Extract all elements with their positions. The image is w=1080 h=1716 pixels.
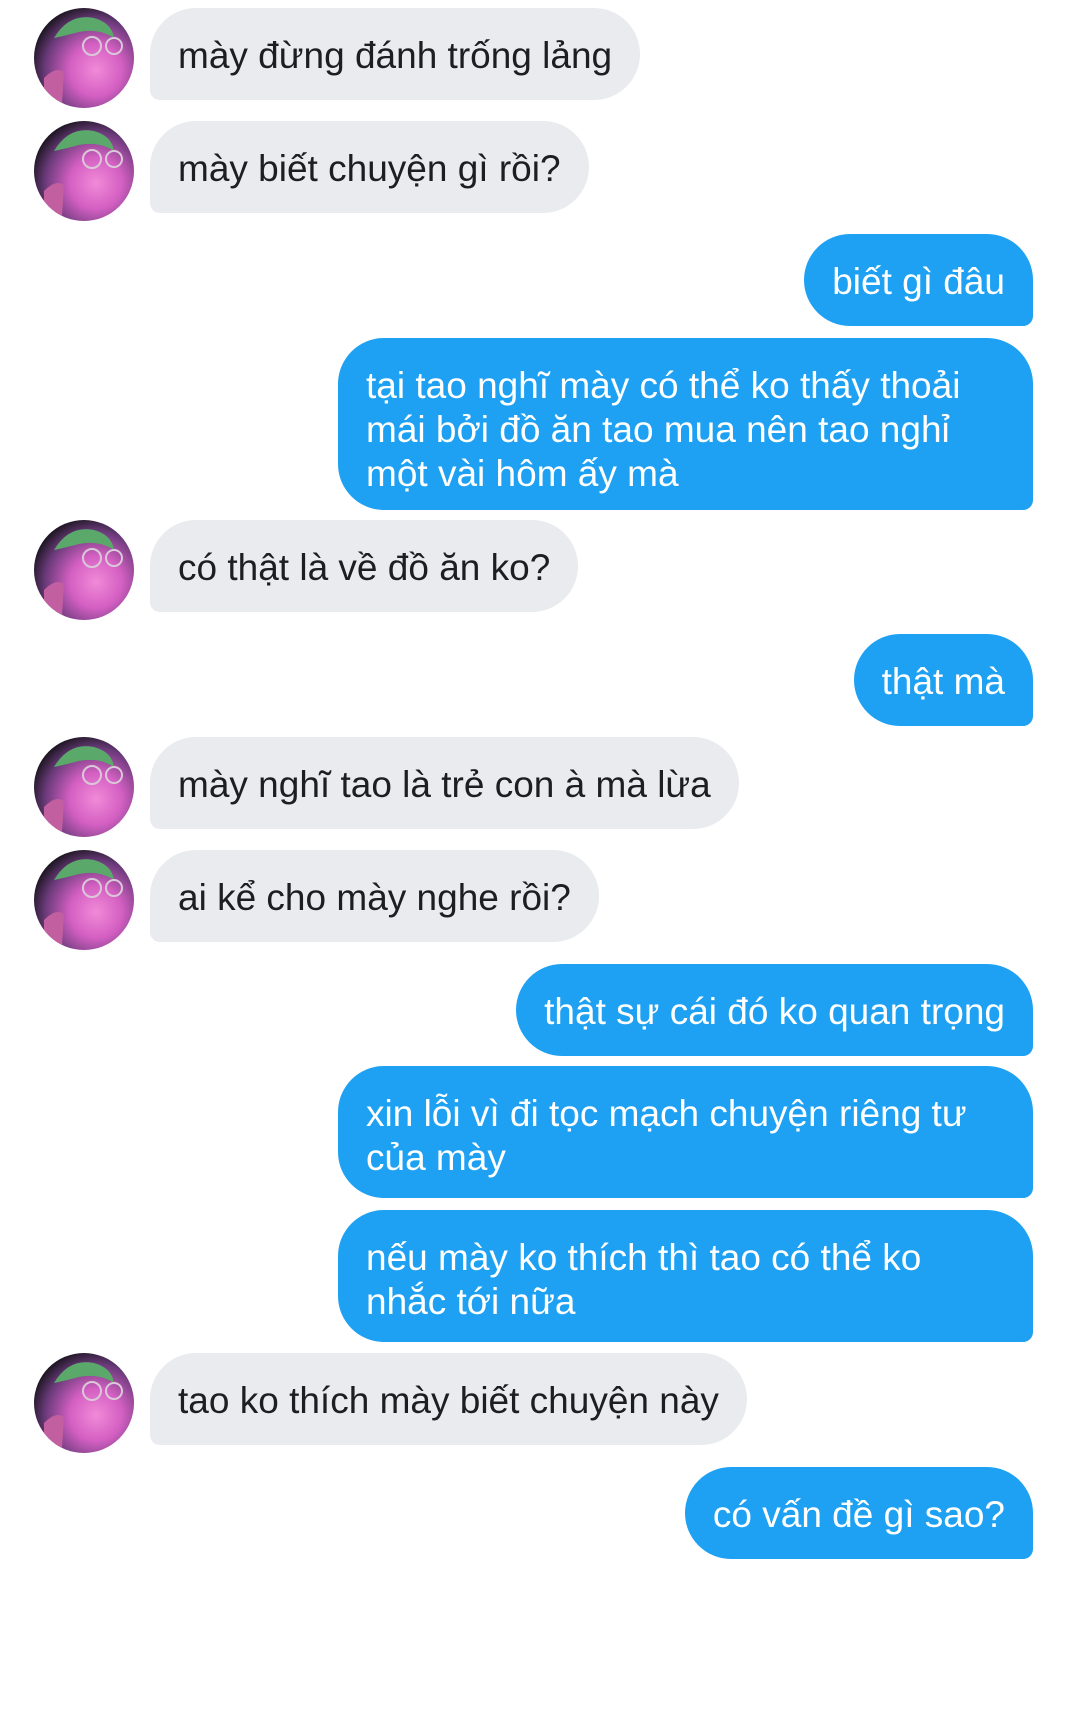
message-text: tao ko thích mày biết chuyện này (178, 1380, 719, 1421)
outgoing-message-bubble[interactable]: nếu mày ko thích thì tao có thể ko nhắc … (338, 1210, 1033, 1342)
contact-avatar[interactable] (34, 520, 134, 620)
message-text: mày đừng đánh trống lảng (178, 35, 613, 76)
message-text: nếu mày ko thích thì tao có thể ko nhắc … (366, 1237, 922, 1322)
incoming-message-bubble[interactable]: mày biết chuyện gì rồi? (150, 121, 589, 213)
avatar-photo-icon (44, 746, 123, 832)
outgoing-message-bubble[interactable]: biết gì đâu (804, 234, 1033, 326)
message-text: mày biết chuyện gì rồi? (178, 148, 561, 189)
message-text: tại tao nghĩ mày có thể ko thấy thoải má… (366, 365, 961, 494)
message-text: thật mà (881, 661, 1005, 702)
avatar-photo-icon (44, 17, 123, 103)
outgoing-message-bubble[interactable]: xin lỗi vì đi tọc mạch chuyện riêng tư c… (338, 1066, 1033, 1198)
message-text: thật sự cái đó ko quan trọng (544, 991, 1005, 1032)
message-text: ai kể cho mày nghe rồi? (178, 877, 571, 918)
avatar-photo-icon (44, 859, 123, 945)
contact-avatar[interactable] (34, 8, 134, 108)
outgoing-message-bubble[interactable]: thật sự cái đó ko quan trọng (516, 964, 1033, 1056)
incoming-message-bubble[interactable]: tao ko thích mày biết chuyện này (150, 1353, 747, 1445)
incoming-message-bubble[interactable]: mày nghĩ tao là trẻ con à mà lừa (150, 737, 739, 829)
message-text: có thật là về đồ ăn ko? (178, 547, 551, 588)
avatar-photo-icon (44, 130, 123, 216)
incoming-message-bubble[interactable]: ai kể cho mày nghe rồi? (150, 850, 599, 942)
incoming-message-bubble[interactable]: mày đừng đánh trống lảng (150, 8, 641, 100)
message-text: xin lỗi vì đi tọc mạch chuyện riêng tư c… (366, 1093, 967, 1178)
outgoing-message-bubble[interactable]: thật mà (853, 634, 1033, 726)
contact-avatar[interactable] (34, 121, 134, 221)
message-text: có vấn đề gì sao? (712, 1494, 1005, 1535)
contact-avatar[interactable] (34, 850, 134, 950)
message-text: biết gì đâu (832, 261, 1005, 302)
contact-avatar[interactable] (34, 737, 134, 837)
avatar-photo-icon (44, 529, 123, 615)
outgoing-message-bubble[interactable]: có vấn đề gì sao? (684, 1467, 1033, 1559)
outgoing-message-bubble[interactable]: tại tao nghĩ mày có thể ko thấy thoải má… (338, 338, 1033, 510)
message-thread: mày đừng đánh trống lảng mày biết chuyện… (0, 0, 1080, 1716)
contact-avatar[interactable] (34, 1353, 134, 1453)
incoming-message-bubble[interactable]: có thật là về đồ ăn ko? (150, 520, 579, 612)
message-text: mày nghĩ tao là trẻ con à mà lừa (178, 764, 711, 805)
avatar-photo-icon (44, 1362, 123, 1448)
